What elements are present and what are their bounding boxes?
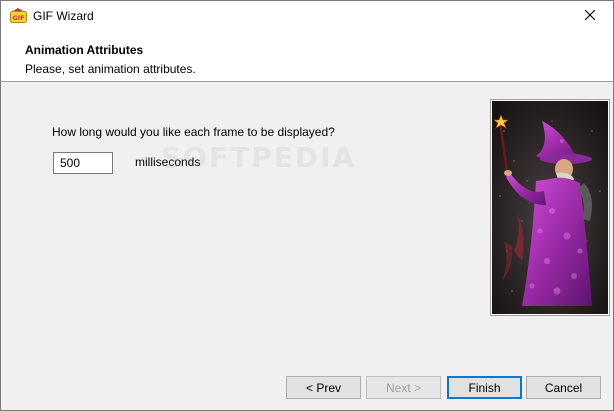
- wizard-illustration: [492, 101, 608, 314]
- svg-text:GIF: GIF: [12, 14, 24, 22]
- gif-wizard-app-icon: GIF: [10, 8, 27, 24]
- next-button[interactable]: Next >: [366, 376, 441, 399]
- wizard-header: Animation Attributes Please, set animati…: [1, 31, 613, 82]
- wizard-image-frame: [490, 99, 610, 316]
- page-title: Animation Attributes: [25, 43, 144, 57]
- frame-duration-input[interactable]: [53, 152, 113, 174]
- cancel-button[interactable]: Cancel: [526, 376, 601, 399]
- finish-button[interactable]: Finish: [447, 376, 522, 399]
- page-subtitle: Please, set animation attributes.: [25, 62, 196, 76]
- window-title: GIF Wizard: [33, 9, 94, 23]
- duration-unit-label: milliseconds: [135, 155, 201, 169]
- close-button[interactable]: [567, 1, 613, 31]
- gif-wizard-window: GIF GIF Wizard Animation Attributes Plea…: [0, 0, 614, 411]
- close-icon: [584, 9, 596, 23]
- prev-button[interactable]: < Prev: [286, 376, 361, 399]
- frame-duration-question: How long would you like each frame to be…: [52, 125, 335, 139]
- title-bar: GIF GIF Wizard: [1, 1, 613, 31]
